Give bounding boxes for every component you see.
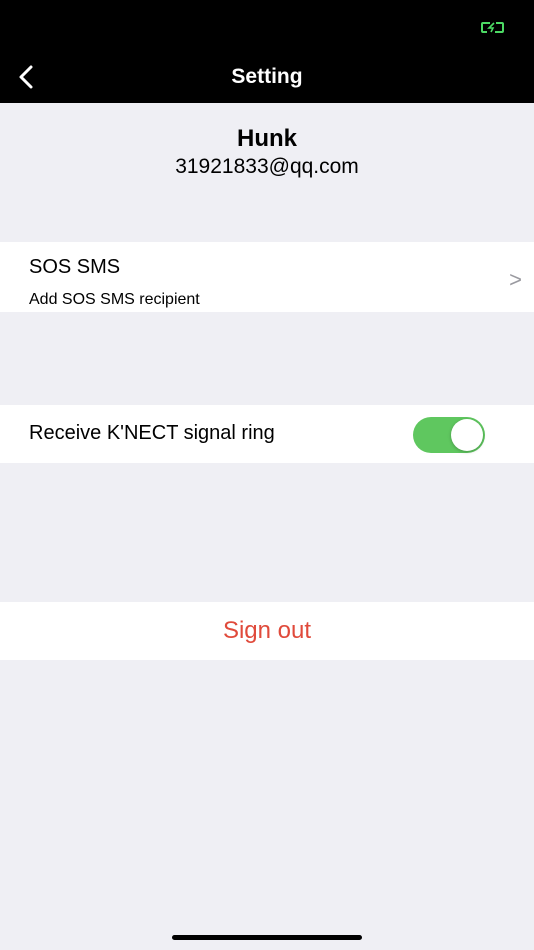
toggle-knob [451, 419, 483, 451]
back-button[interactable] [4, 50, 48, 103]
user-email: 31921833@qq.com [175, 155, 359, 178]
signal-ring-toggle[interactable] [413, 417, 485, 453]
home-indicator [172, 935, 362, 940]
nav-bar: Setting [0, 50, 534, 103]
user-name: Hunk [237, 125, 297, 152]
page-title: Setting [231, 65, 303, 88]
sos-sms-title: SOS SMS [29, 256, 121, 278]
sos-sms-row[interactable]: SOS SMS Add SOS SMS recipient > [0, 242, 534, 312]
profile-header: Hunk 31921833@qq.com [0, 103, 534, 242]
chevron-left-icon [19, 65, 33, 88]
sign-out-button[interactable]: Sign out [0, 602, 534, 660]
battery-charging-icon [481, 22, 504, 33]
chevron-right-icon: > [509, 267, 522, 292]
status-bar [0, 0, 534, 50]
signal-ring-label: Receive K'NECT signal ring [29, 422, 275, 444]
sos-sms-subtitle: Add SOS SMS recipient [29, 291, 200, 308]
sign-out-label: Sign out [222, 617, 312, 644]
